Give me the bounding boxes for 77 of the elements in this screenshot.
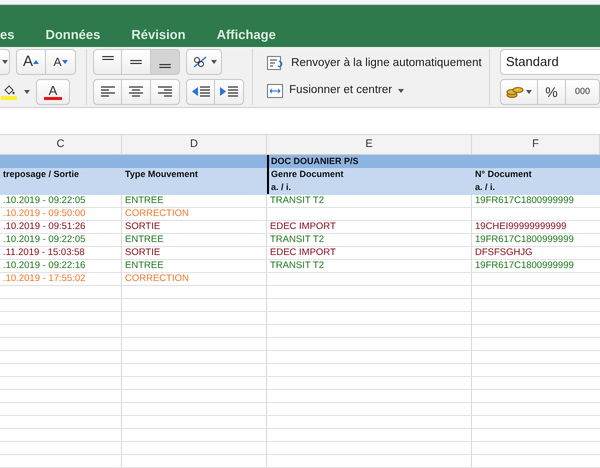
table-cell: TRANSIT T2	[270, 234, 324, 246]
table-cell: TRANSIT T2	[270, 195, 324, 206]
align-center-icon	[129, 86, 144, 98]
wrap-text-icon	[267, 56, 286, 70]
header-subtitle: a. / i.	[475, 181, 496, 194]
align-right-icon	[158, 86, 172, 98]
font-color-button[interactable]: A	[36, 79, 70, 106]
align-left-icon	[100, 86, 115, 98]
header-title: Type Mouvement	[125, 168, 199, 182]
merge-cells-icon	[267, 84, 284, 98]
caret-icon	[62, 60, 68, 64]
wrap-text-button[interactable]: Renvoyer à la ligne automatiquement	[267, 54, 485, 72]
decrease-indent-icon	[192, 86, 210, 98]
caret-icon	[24, 90, 30, 94]
table-cell: ENTREE	[125, 260, 164, 272]
shrink-font-button[interactable]: A	[46, 49, 76, 76]
table-cell: SORTIE	[125, 247, 160, 258]
ribbon-tab[interactable]: Données	[43, 24, 102, 44]
table-cell: TRANSIT T2	[270, 260, 324, 272]
ribbon-tab[interactable]: Révision	[129, 24, 188, 44]
caret-icon	[210, 60, 217, 64]
column-header[interactable]: F	[472, 135, 600, 154]
caret-icon	[2, 60, 8, 64]
grow-font-button[interactable]: A	[16, 49, 46, 76]
align-middle-icon	[130, 60, 142, 64]
angled-text-icon	[192, 55, 208, 70]
align-right-button[interactable]	[151, 79, 180, 106]
orientation-button[interactable]	[186, 49, 222, 76]
table-cell: .10.2019 - 09:22:05	[3, 195, 86, 206]
align-top-icon	[102, 56, 114, 60]
percent-button[interactable]: %	[538, 79, 566, 106]
column-header[interactable]: E	[267, 135, 472, 154]
table-cell: DFSFSGHJG	[475, 247, 533, 258]
table-cell: SORTIE	[125, 221, 160, 232]
ribbon-tab[interactable]: Affichage	[214, 24, 278, 44]
table-cell: .10.2019 - 09:50:00	[3, 208, 86, 220]
number-format-field[interactable]: Standard	[500, 49, 600, 76]
column-header[interactable]: D	[122, 135, 267, 154]
paint-bucket-icon	[3, 84, 15, 96]
fill-color-bar	[1, 96, 17, 100]
table-cell: ENTREE	[125, 195, 164, 206]
thousands-button[interactable]: 000	[566, 79, 600, 106]
table-cell: .10.2019 - 09:22:16	[3, 260, 86, 272]
decrease-indent-button[interactable]	[186, 79, 216, 106]
caret-up-icon	[33, 60, 39, 64]
table-cell: .10.2019 - 09:51:26	[3, 221, 86, 232]
table-cell: 19CHEI99999999999	[475, 221, 566, 232]
table-cell: .10.2019 - 17:55:02	[3, 273, 86, 284]
header-title: treposage / Sortie	[3, 168, 80, 182]
currency-button[interactable]	[500, 79, 538, 106]
vertical-align-button[interactable]	[93, 49, 122, 76]
merge-center-button[interactable]: Fusionner et centrer	[267, 82, 485, 100]
table-cell: CORRECTION	[125, 273, 189, 284]
align-bottom-icon	[159, 64, 172, 68]
coins-icon	[506, 85, 524, 100]
align-center-button[interactable]	[122, 79, 152, 106]
ribbon-tab[interactable]: es	[0, 24, 16, 44]
column-header[interactable]: C	[0, 135, 122, 154]
header-title: N° Document	[475, 168, 533, 182]
table-cell: CORRECTION	[125, 208, 189, 220]
table-cell: .11.2019 - 15:03:58	[3, 247, 85, 258]
table-cell: ENTREE	[125, 234, 164, 246]
vertical-align-button[interactable]	[151, 49, 180, 76]
vertical-align-button[interactable]	[122, 49, 152, 76]
table-cell: 19FR617C1800999999	[475, 234, 574, 246]
table-cell: 19FR617C1800999999	[475, 260, 574, 272]
table-cell: 19FR617C1800999999	[475, 195, 574, 206]
caret-icon	[398, 88, 404, 93]
align-left-button[interactable]	[93, 79, 122, 106]
table-cell: .10.2019 - 09:22:05	[3, 234, 86, 246]
table-cell: EDEC IMPORT	[270, 221, 336, 232]
header-subtitle: a. / i.	[271, 181, 292, 194]
table-cell: EDEC IMPORT	[270, 247, 336, 258]
header-title: Genre Document	[271, 168, 345, 182]
caret-icon	[526, 90, 532, 94]
increase-indent-icon	[220, 86, 238, 98]
increase-indent-button[interactable]	[215, 79, 244, 106]
